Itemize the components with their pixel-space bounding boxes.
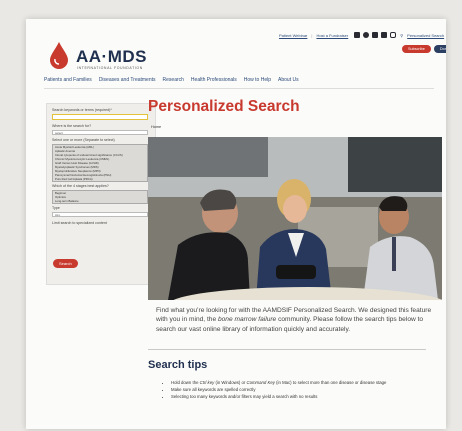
list-item: Make sure all keywords are spelled corre… [171,387,433,393]
nav-item-diseases[interactable]: Diseases and Treatments [99,77,156,83]
link-patient-webinar[interactable]: Patient Webinar [279,33,307,38]
header-buttons: Subscribe Donate [402,45,446,53]
search-tips-heading: Search tips [148,359,208,371]
limit-label: Limit search to specialized content [52,221,107,225]
condition-listbox[interactable]: Acute Myeloid Leukemia (AML) Aplastic An… [52,144,148,182]
breadcrumb[interactable]: Home [151,125,161,129]
nav-divider [44,88,434,89]
list-item[interactable]: Long-term Balance [53,199,147,203]
link-host-fundraiser[interactable]: Host a Fundraiser [316,33,348,38]
stage-label: Which of the 4 stages best applies? [52,184,109,188]
site-logo[interactable]: AA·MDS INTERNATIONAL FOUNDATION [44,33,164,79]
condition-label: Select one or more (Separate to select) [52,138,115,142]
facebook-icon[interactable] [363,32,370,38]
logo-wordmark: AA·MDS [76,47,147,66]
keywords-label: Search keywords or terms (required)* [52,108,112,112]
search-button[interactable]: Search [53,259,78,268]
nav-item-health-professionals[interactable]: Health Professionals [191,77,237,83]
main-nav: Patients and Families Diseases and Treat… [44,77,299,83]
utility-links: Patient Webinar | Host a Fundraiser ⚲ Pe… [279,32,444,38]
link-personalized-search[interactable]: Personalized Search [407,33,444,38]
intro-paragraph: Find what you’re looking for with the AA… [156,306,434,334]
audience-select[interactable]: select [52,130,148,135]
nav-item-how-to-help[interactable]: How to Help [244,77,271,83]
social-links [354,32,397,38]
instagram-icon[interactable] [390,32,397,38]
list-item[interactable]: Pure Red Cell Aplasia (PRCA) [53,177,147,181]
nav-item-patients[interactable]: Patients and Families [44,77,92,83]
audience-label: Where is the search for? [52,124,92,128]
donate-button[interactable]: Donate [433,45,446,53]
separator: | [311,32,313,38]
meeting-photo-illustration [148,137,442,300]
stage-listbox[interactable]: Beginner Optimize Long-term Balance [52,190,148,204]
tip-emphasis: Command Key [246,380,275,385]
tip-emphasis: Ctrl key [199,380,215,385]
search-form-panel: Search keywords or terms (required)* Whe… [46,103,156,285]
nav-item-research[interactable]: Research [163,77,184,83]
search-tips-list: Hold down the Ctrl key (in Windows) or C… [171,380,433,400]
x-icon[interactable] [354,32,361,38]
linkedin-icon[interactable] [381,32,388,38]
search-icon[interactable]: ⚲ [400,33,403,38]
keywords-input[interactable] [52,114,148,120]
type-label: Type [52,206,60,210]
tip-text: (in Mac) to select more than one disease… [274,380,387,385]
hero-photo [148,137,442,300]
nav-item-about-us[interactable]: About Us [278,77,299,83]
list-item: Hold down the Ctrl key (in Windows) or C… [171,380,433,386]
section-divider [148,349,426,350]
tip-text: (in Windows) or [214,380,247,385]
intro-emphasis: bone marrow failure [217,316,277,324]
subscribe-button[interactable]: Subscribe [402,45,431,53]
page-title: Personalized Search [148,98,300,115]
webpage: AA·MDS INTERNATIONAL FOUNDATION Patient … [26,19,446,429]
list-item: Selecting too many keywords and/or filte… [171,394,433,400]
type-select[interactable]: ALL [52,212,148,217]
tip-text: Hold down the [171,380,200,385]
blood-drop-icon [50,42,68,69]
youtube-icon[interactable] [372,32,379,38]
logo-subtitle: INTERNATIONAL FOUNDATION [77,66,143,70]
